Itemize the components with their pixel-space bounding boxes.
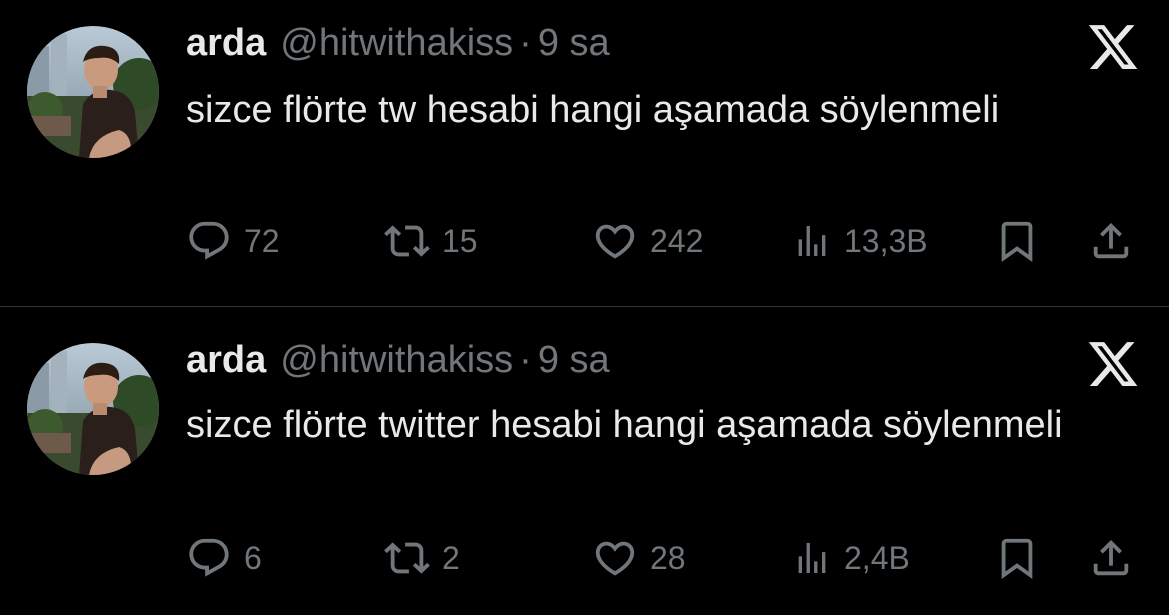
- tweet-card[interactable]: arda @hitwithakiss · 9 sa sizce flörte t…: [0, 307, 1169, 615]
- views-count: 2,4B: [844, 539, 910, 576]
- retweet-button[interactable]: 15: [384, 218, 478, 264]
- author-name[interactable]: arda: [186, 22, 266, 65]
- bookmark-icon: [1001, 538, 1033, 579]
- retweet-count: 2: [442, 539, 460, 576]
- avatar[interactable]: [27, 26, 159, 158]
- views-button[interactable]: 13,3B: [792, 218, 928, 264]
- like-button[interactable]: 28: [592, 535, 686, 581]
- author-name[interactable]: arda: [186, 339, 266, 382]
- bookmark-button[interactable]: [994, 218, 1040, 264]
- tweet-time[interactable]: 9 sa: [538, 339, 610, 382]
- share-button[interactable]: [1088, 535, 1134, 581]
- views-icon: [798, 543, 826, 573]
- tweet-card[interactable]: arda @hitwithakiss · 9 sa sizce flörte t…: [0, 0, 1169, 306]
- like-icon: [595, 541, 635, 576]
- tweet-actions: 6 2 28 2,4B: [186, 535, 1146, 581]
- tweet-text: sizce flörte tw hesabi hangi aşamada söy…: [186, 89, 1000, 131]
- tweet-time[interactable]: 9 sa: [538, 22, 610, 65]
- bookmark-icon: [1001, 221, 1033, 262]
- x-logo-icon[interactable]: [1086, 20, 1140, 74]
- tweet-text: sizce flörte twitter hesabi hangi aşamad…: [186, 404, 1063, 446]
- retweet-count: 15: [442, 222, 478, 259]
- retweet-button[interactable]: 2: [384, 535, 460, 581]
- tweet-header: arda @hitwithakiss · 9 sa: [186, 339, 610, 389]
- avatar[interactable]: [27, 343, 159, 475]
- reply-button[interactable]: 6: [186, 535, 262, 581]
- reply-icon: [189, 221, 229, 260]
- share-icon: [1093, 222, 1129, 259]
- views-icon: [798, 226, 826, 256]
- author-handle[interactable]: @hitwithakiss: [280, 339, 513, 382]
- reply-icon: [189, 538, 229, 577]
- reply-button[interactable]: 72: [186, 218, 280, 264]
- retweet-icon: [384, 225, 430, 257]
- author-handle[interactable]: @hitwithakiss: [280, 22, 513, 65]
- like-button[interactable]: 242: [592, 218, 703, 264]
- reply-count: 72: [244, 222, 280, 259]
- x-logo-icon[interactable]: [1086, 337, 1140, 391]
- reply-count: 6: [244, 539, 262, 576]
- separator-dot: ·: [519, 339, 532, 381]
- views-button[interactable]: 2,4B: [792, 535, 910, 581]
- separator-dot: ·: [519, 22, 532, 64]
- share-button[interactable]: [1088, 218, 1134, 264]
- like-icon: [595, 224, 635, 259]
- share-icon: [1093, 539, 1129, 576]
- like-count: 242: [650, 222, 704, 259]
- retweet-icon: [384, 542, 430, 574]
- bookmark-button[interactable]: [994, 535, 1040, 581]
- tweet-actions: 72 15 242 13,3B: [186, 218, 1146, 264]
- like-count: 28: [650, 539, 686, 576]
- tweet-header: arda @hitwithakiss · 9 sa: [186, 22, 610, 72]
- views-count: 13,3B: [844, 222, 928, 259]
